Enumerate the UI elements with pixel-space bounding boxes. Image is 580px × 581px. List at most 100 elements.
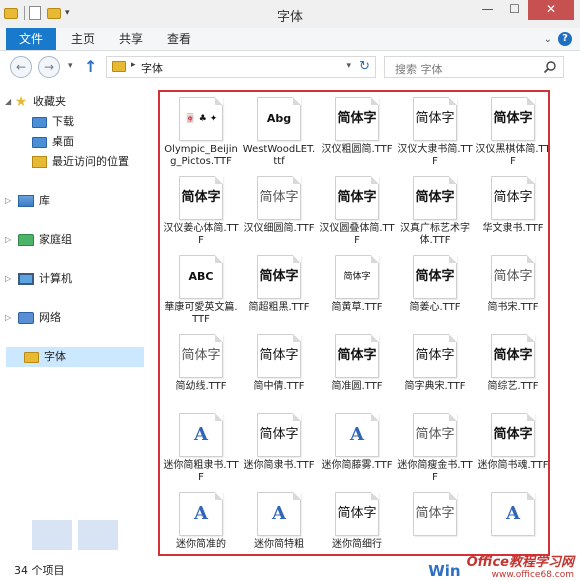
- navigation-pane: ◢ ★ 收藏夹 下载 桌面 最近访问的位置 ▷ 库 ▷ 家庭组 ▷ 计算机 ▷ 网…: [0, 86, 148, 572]
- sidebar-item-fonts[interactable]: 字体: [6, 347, 144, 367]
- file-item[interactable]: 简体字 汉仪黑棋体简.TTF: [474, 94, 548, 173]
- font-file-icon: ABC: [179, 255, 223, 299]
- font-file-icon: 简体字: [491, 413, 535, 457]
- file-item[interactable]: A 迷你简特粗: [240, 489, 318, 554]
- file-item[interactable]: 简体字汉真广标艺术字体.TTF: [396, 173, 474, 252]
- file-item[interactable]: 简体字汉仪细圆简.TTF: [240, 173, 318, 252]
- file-item[interactable]: 简体字 华文隶书.TTF: [474, 173, 548, 252]
- font-preview: 简体字: [259, 269, 299, 284]
- font-preview: 🀄 ♣ ✦: [184, 114, 218, 124]
- file-item[interactable]: A: [474, 489, 548, 554]
- font-preview: Abg: [266, 112, 292, 125]
- file-name: 汉真广标艺术字体.TTF: [400, 223, 470, 246]
- tab-view[interactable]: 查看: [158, 28, 200, 50]
- font-preview: 简体字: [493, 269, 533, 284]
- file-item[interactable]: A 迷你简藤雾.TTF: [318, 410, 396, 489]
- file-item[interactable]: 简体字 迷你简细行: [318, 489, 396, 554]
- file-item[interactable]: 简体字 简综艺.TTF: [474, 331, 548, 410]
- font-preview: 简体字: [415, 190, 455, 205]
- tab-share[interactable]: 共享: [110, 28, 152, 50]
- font-file-icon: 简体字: [257, 413, 301, 457]
- file-item[interactable]: 简体字 迷你简书魂.TTF: [474, 410, 548, 489]
- font-preview: 简体字: [259, 190, 299, 205]
- font-file-icon: 简体字: [179, 334, 223, 378]
- file-item[interactable]: Abg WestWoodLET.ttf: [240, 94, 318, 173]
- breadcrumb-separator[interactable]: ▸: [131, 60, 136, 70]
- sidebar-item-network[interactable]: 网络: [18, 308, 61, 328]
- back-button[interactable]: ←: [10, 56, 32, 78]
- file-name: 迷你简隶书.TTF: [243, 460, 315, 471]
- expand-ribbon-icon[interactable]: ⌄: [544, 34, 552, 45]
- recent-locations-dropdown-icon[interactable]: ▾: [68, 61, 73, 71]
- file-item[interactable]: 简体字 汉仪大隶书简.TTF: [396, 94, 474, 173]
- sidebar-item-favorites[interactable]: ★ 收藏夹: [14, 92, 66, 112]
- file-name: 迷你简细行: [332, 539, 382, 550]
- sidebar-item-homegroup[interactable]: 家庭组: [18, 230, 72, 250]
- expand-computer-icon[interactable]: ▷: [5, 269, 11, 289]
- watermark-office: Office教程学习网: [466, 555, 574, 570]
- file-item[interactable]: ABC 華康可愛英文篇.TTF: [162, 252, 240, 331]
- file-item[interactable]: 简体字 简字典宋.TTF: [396, 331, 474, 410]
- file-item[interactable]: 简体字 简黄草.TTF: [318, 252, 396, 331]
- file-item[interactable]: 简体字 汉仪圆叠体简.TTF: [318, 173, 396, 252]
- search-icon[interactable]: [543, 60, 557, 74]
- address-bar[interactable]: ▸ 字体 ▾ ↻: [106, 56, 376, 78]
- font-preview: A: [272, 503, 286, 524]
- sidebar-item-label: 字体: [44, 350, 66, 363]
- homegroup-icon: [18, 234, 34, 246]
- file-name: 汉仪细圆简.TTF: [243, 223, 315, 234]
- sidebar-item-recent-places[interactable]: 最近访问的位置: [32, 152, 129, 172]
- refresh-button[interactable]: ↻: [359, 59, 370, 74]
- expand-library-icon[interactable]: ▷: [5, 191, 11, 211]
- breadcrumb-current[interactable]: 字体: [141, 60, 163, 76]
- file-item[interactable]: A 迷你简粗隶书.TTF: [162, 410, 240, 489]
- file-item[interactable]: A 迷你简准的: [162, 489, 240, 554]
- site-watermark: Win Office教程学习网 www.office68.com: [428, 555, 574, 581]
- font-file-icon: A: [491, 492, 535, 536]
- address-dropdown-icon[interactable]: ▾: [346, 61, 351, 71]
- file-item[interactable]: 简体字迷你简隶书.TTF: [240, 410, 318, 489]
- font-preview: 简体字: [337, 506, 377, 521]
- font-preview: 简体字: [181, 190, 221, 205]
- file-item[interactable]: 简体字 简超粗黑.TTF: [240, 252, 318, 331]
- help-icon[interactable]: ?: [558, 32, 572, 46]
- file-item[interactable]: 简体字 简姜心.TTF: [396, 252, 474, 331]
- font-preview: 简体字: [259, 427, 299, 442]
- tab-file[interactable]: 文件: [6, 28, 56, 50]
- sidebar-item-desktop[interactable]: 桌面: [32, 132, 74, 152]
- font-preview: 简体字: [181, 348, 221, 363]
- minimize-button[interactable]: —: [474, 0, 501, 20]
- font-preview: 简体字: [493, 348, 533, 363]
- star-icon: ★: [14, 94, 28, 110]
- file-item[interactable]: 简体字 汉仪粗圆简.TTF: [318, 94, 396, 173]
- file-item[interactable]: 简体字 迷你简瘦金书.TTF: [396, 410, 474, 489]
- file-item[interactable]: 🀄 ♣ ✦ Olympic_Beijing_Pictos.TTF: [162, 94, 240, 173]
- sidebar-item-downloads[interactable]: 下载: [32, 112, 74, 132]
- sidebar-item-computer[interactable]: 计算机: [18, 269, 72, 289]
- font-file-icon: 简体字: [491, 334, 535, 378]
- font-preview: 简体字: [415, 269, 455, 284]
- expand-network-icon[interactable]: ▷: [5, 308, 11, 328]
- up-button[interactable]: ↑: [84, 57, 97, 76]
- sidebar-item-library[interactable]: 库: [18, 191, 50, 211]
- file-list-view[interactable]: 🀄 ♣ ✦ Olympic_Beijing_Pictos.TTF Abg WestWo…: [158, 90, 550, 556]
- file-name: 汉仪大隶书简.TTF: [397, 144, 473, 167]
- download-folder-icon: [32, 116, 47, 128]
- file-name: 简字典宋.TTF: [404, 381, 466, 392]
- file-item[interactable]: 简体字 简准圆.TTF: [318, 331, 396, 410]
- file-item[interactable]: 简体字 汉仪姜心体简.TTF: [162, 173, 240, 252]
- file-item[interactable]: 简体字 简中倩.TTF: [240, 331, 318, 410]
- network-icon: [18, 312, 34, 324]
- close-button[interactable]: ✕: [528, 0, 574, 20]
- file-item[interactable]: 简体字 简书宋.TTF: [474, 252, 548, 331]
- file-item[interactable]: 简体字 简幼线.TTF: [162, 331, 240, 410]
- forward-button[interactable]: →: [38, 56, 60, 78]
- status-bar: 34 个项目 Win Office教程学习网 www.office68.com: [0, 556, 580, 581]
- maximize-button[interactable]: ☐: [501, 0, 528, 20]
- search-input[interactable]: 搜索 字体: [384, 56, 564, 78]
- expand-favorites-icon[interactable]: ◢: [5, 92, 11, 112]
- file-item[interactable]: 简体字: [396, 489, 474, 554]
- expand-homegroup-icon[interactable]: ▷: [5, 230, 11, 250]
- tab-home[interactable]: 主页: [62, 28, 104, 50]
- font-file-icon: 简体字: [335, 334, 379, 378]
